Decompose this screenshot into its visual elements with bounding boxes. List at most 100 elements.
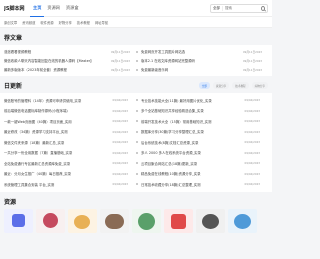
- list-item-title[interactable]: 云项目聚合网站汇总(18篇)更新_实录: [141, 161, 245, 166]
- list-item-title[interactable]: 日常技术收藏分享(18篇)汇总整理_实测: [141, 182, 245, 187]
- list-item-title[interactable]: 多人 2000 多人在线系统平台资源_实录: [141, 150, 245, 155]
- list-item-title[interactable]: 多个全站基础知识共享经验精选合集_实录: [141, 108, 245, 113]
- list-item-title[interactable]: 前后端微信电话图标库制作源码(小程序端): [4, 108, 113, 113]
- list-item-title[interactable]: 微信账号的管理科（14年）资源可申请供使用_实录: [4, 98, 113, 103]
- list-item-date: 09月11日2023: [242, 49, 262, 54]
- app-icon-2[interactable]: [36, 208, 65, 233]
- list-item-date: 09/04/2023: [244, 182, 261, 187]
- list-item-date: 09/04/2023: [244, 98, 261, 103]
- list-item[interactable]: 精品免费在线教程(10篇)资源分享_实录 09/04/2023: [136, 169, 268, 180]
- chip-goods[interactable]: 好物分享: [251, 82, 268, 89]
- list-item-title[interactable]: 一共分享一份全用数据（7篇）直播基础_实录: [4, 150, 113, 155]
- list-item-date: 09/04/2023: [244, 119, 261, 124]
- search-input[interactable]: [223, 6, 261, 10]
- list-item-title[interactable]: 免费最新级音乐网: [141, 67, 243, 72]
- list-item[interactable]: 云项目聚合网站汇总(18篇)更新_实录 09/04/2023: [136, 158, 268, 169]
- bullet-icon: [136, 183, 138, 186]
- list-item-title[interactable]: 前端开发技术大全（15篇）常用基础知识_实测: [141, 119, 245, 124]
- list-item-date: 09/04/2023: [112, 161, 129, 166]
- list-item[interactable]: 全站免费通行专区最新汇总资源库免费_实录 09/04/2023: [4, 158, 136, 169]
- chip-tutorials[interactable]: 技术教程: [232, 82, 249, 89]
- subnav-item[interactable]: 资讯频道: [22, 20, 35, 25]
- list-item-title[interactable]: 最近修改（34篇）资源学习支持平台_实测: [4, 129, 113, 134]
- list-item[interactable]: 免费网页开发工具图片网站选 09月11日2023: [136, 47, 268, 56]
- updates-header: 日更新 全部 资源分享 技术教程 好物分享: [0, 76, 272, 93]
- list-item[interactable]: 最近修改（34篇）资源学习支持平台_实测 09/04/2023: [4, 127, 136, 138]
- subnav-item[interactable]: 好物分享: [59, 20, 72, 25]
- subnav-item[interactable]: 技术教程: [77, 20, 90, 25]
- list-item-title[interactable]: 全站免费通行专区最新汇总资源库免费_实录: [4, 161, 113, 166]
- list-item-date: 09月11日2023: [110, 67, 130, 72]
- list-item[interactable]: 日常技术收藏分享(18篇)汇总整理_实测 09/04/2023: [136, 179, 268, 190]
- list-item[interactable]: 微信收款人聊天内容智能回复在线的机器人源码【Master】 09月11日2023: [4, 56, 136, 65]
- app-icon-6[interactable]: [164, 208, 193, 233]
- list-item[interactable]: 专业技术技能大全(11篇) 最好用图片优化_实录 09/04/2023: [136, 95, 268, 106]
- list-item-title[interactable]: 数据库分享(30篇)学习分享整理汇总_实录: [141, 129, 245, 134]
- bullet-icon: [136, 130, 138, 133]
- search-icon[interactable]: [261, 5, 265, 11]
- list-item-date: 09/04/2023: [112, 182, 129, 187]
- app-icon-7[interactable]: [196, 208, 225, 233]
- list-item[interactable]: 系统管理工具集合安装 平台_实测 09/04/2023: [4, 179, 136, 190]
- bullet-icon: [136, 59, 138, 62]
- list-item[interactable]: 版本2.1 在线文库资源网站完整源码 09月11日2023: [136, 56, 268, 65]
- list-item-title[interactable]: 最近：分月女生推广（40篇）每日推荐_实录: [4, 171, 113, 176]
- section-title-resources: 资源: [4, 198, 17, 206]
- list-item-title[interactable]: 后台系统技术(8篇)文档汇总资源_实录: [141, 140, 245, 145]
- list-item-date: 09月11日2023: [242, 67, 262, 72]
- bullet-icon: [136, 109, 138, 112]
- hot-articles: 涨涨看看视频教程 09月11日2023 微信收款人聊天内容智能回复在线的机器人源码…: [0, 45, 272, 76]
- list-item[interactable]: 多个全站基础知识共享经验精选合集_实录 09/04/2023: [136, 106, 268, 117]
- list-item[interactable]: 免费最新级音乐网 09月11日2023: [136, 65, 268, 74]
- list-item-title[interactable]: 微信文件夹来源（18篇）最新汇总_实录: [4, 140, 113, 145]
- list-item-date: 09/04/2023: [112, 140, 129, 145]
- list-item[interactable]: 一共分享一份全用数据（7篇）直播基础_实录 09/04/2023: [4, 148, 136, 159]
- list-item[interactable]: 数据库分享(30篇)学习分享整理汇总_实录 09/04/2023: [136, 127, 268, 138]
- list-item[interactable]: 前端开发技术大全（15篇）常用基础知识_实测 09/04/2023: [136, 116, 268, 127]
- list-item[interactable]: 后台系统技术(8篇)文档汇总资源_实录 09/04/2023: [136, 137, 268, 148]
- list-item-title[interactable]: 免费网页开发工具图片网站选: [141, 49, 243, 54]
- subnav-item[interactable]: 原创文章: [4, 20, 17, 25]
- list-item-date: 09月11日2023: [110, 58, 130, 63]
- list-item-date: 09/04/2023: [244, 129, 261, 134]
- list-item-title[interactable]: 涨涨看看视频教程: [4, 49, 111, 54]
- list-item-date: 09/04/2023: [112, 129, 129, 134]
- list-item[interactable]: 微信账号的管理科（14年）资源可申请供使用_实录 09/04/2023: [4, 95, 136, 106]
- search-scope-select[interactable]: 全部: [211, 5, 223, 11]
- list-item-date: 09/04/2023: [112, 171, 129, 176]
- section-title-hot: 荐文章: [4, 35, 23, 42]
- tab-resource-box[interactable]: 资源盒: [63, 0, 82, 17]
- bullet-icon: [136, 172, 138, 175]
- tab-home[interactable]: 主页: [30, 0, 45, 17]
- resource-thumbnails: [0, 208, 272, 233]
- app-icon-8[interactable]: [228, 208, 257, 233]
- list-item-title[interactable]: 最新多版版本（2023年前全套）资源教程: [4, 67, 111, 72]
- list-item[interactable]: 涨涨看看视频教程 09月11日2023: [4, 47, 136, 56]
- search-box: 全部: [210, 3, 268, 13]
- list-item-date: 09/04/2023: [112, 150, 129, 155]
- app-icon-1[interactable]: [4, 208, 33, 233]
- subnav-item[interactable]: 网址导航: [95, 20, 108, 25]
- list-item-title[interactable]: 一款一键Web页面图（40篇）项目页面_实用: [4, 119, 113, 124]
- chip-all[interactable]: 全部: [198, 82, 210, 89]
- list-item-title[interactable]: 专业技术技能大全(11篇) 最好用图片优化_实录: [141, 98, 245, 103]
- app-icon-5[interactable]: [132, 208, 161, 233]
- chip-resources[interactable]: 资源分享: [212, 82, 230, 89]
- list-item-title[interactable]: 精品免费在线教程(10篇)资源分享_实录: [141, 171, 245, 176]
- list-item[interactable]: 最新多版版本（2023年前全套）资源教程 09月11日2023: [4, 65, 136, 74]
- list-item-title[interactable]: 微信收款人聊天内容智能回复在线的机器人源码【Master】: [4, 58, 111, 63]
- list-item[interactable]: 多人 2000 多人在线系统平台资源_实录 09/04/2023: [136, 148, 268, 159]
- site-logo[interactable]: JS脚本网: [4, 5, 30, 12]
- list-item-title[interactable]: 版本2.1 在线文库资源网站完整源码: [141, 58, 243, 63]
- bullet-icon: [136, 120, 138, 123]
- app-icon-4[interactable]: [100, 208, 129, 233]
- tab-resource-net[interactable]: 资源网: [44, 0, 63, 17]
- list-item[interactable]: 一款一键Web页面图（40篇）项目页面_实用 09/04/2023: [4, 116, 136, 127]
- list-item[interactable]: 最近：分月女生推广（40篇）每日推荐_实录 09/04/2023: [4, 169, 136, 180]
- subnav-item[interactable]: 软件资源: [40, 20, 53, 25]
- list-item-date: 09月11日2023: [110, 49, 130, 54]
- list-item-title[interactable]: 系统管理工具集合安装 平台_实测: [4, 182, 113, 187]
- list-item[interactable]: 前后端微信电话图标库制作源码(小程序端) 09/04/2023: [4, 106, 136, 117]
- list-item[interactable]: 微信文件夹来源（18篇）最新汇总_实录 09/04/2023: [4, 137, 136, 148]
- app-icon-3[interactable]: [68, 208, 97, 233]
